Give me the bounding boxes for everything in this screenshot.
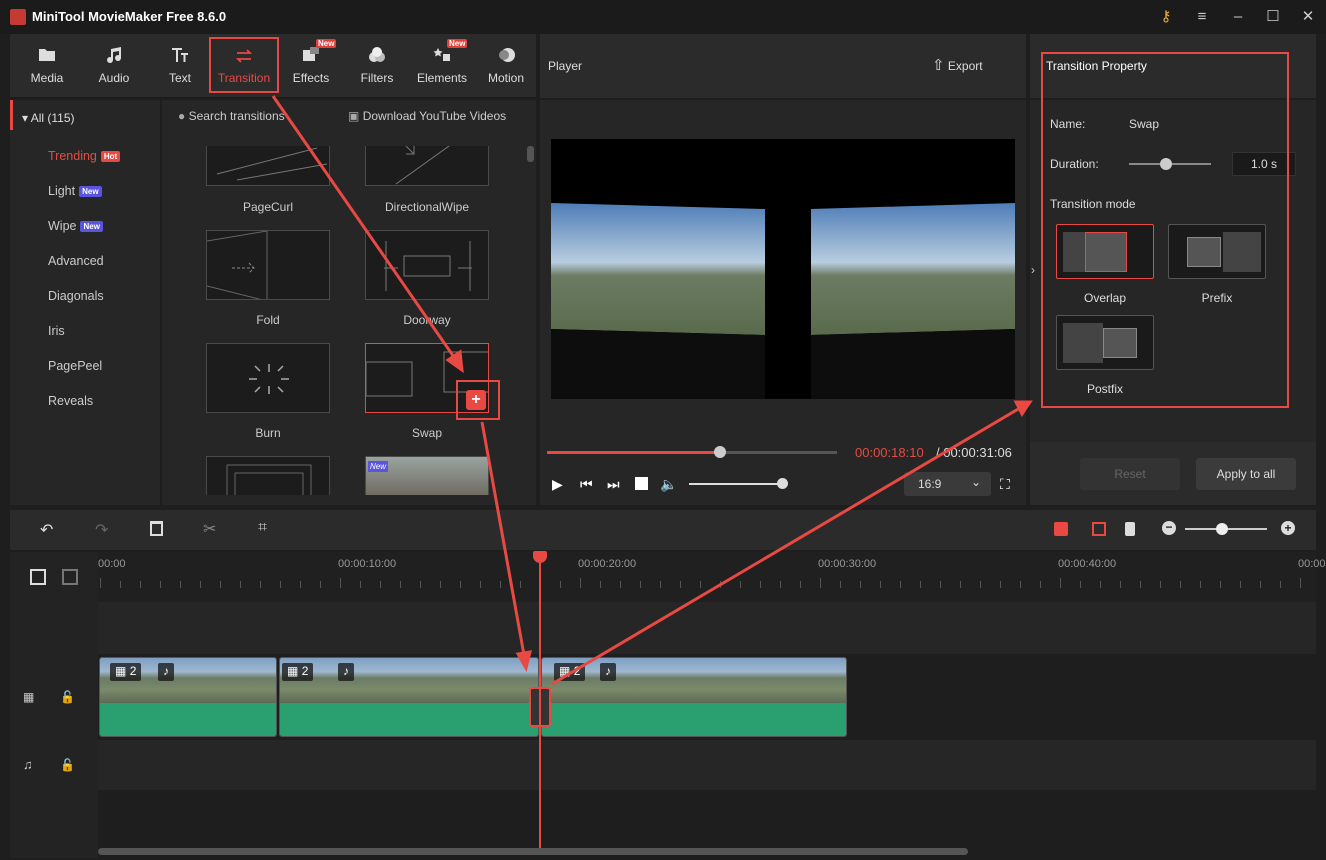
- annotation-arrows: [271, 95, 1033, 686]
